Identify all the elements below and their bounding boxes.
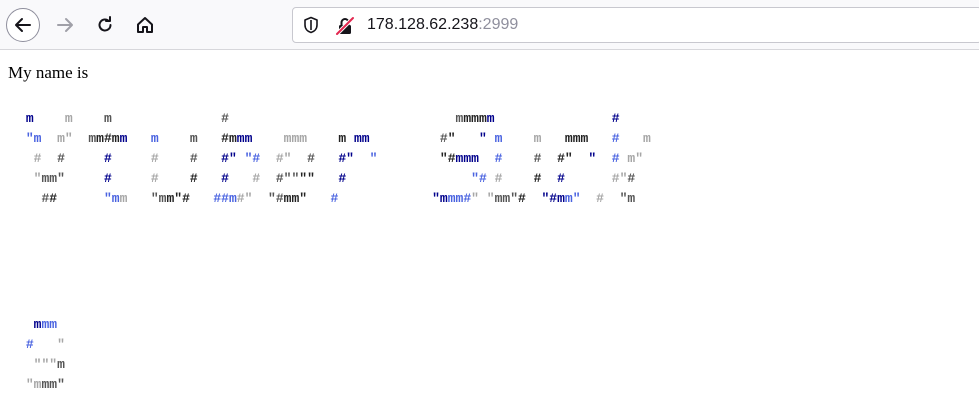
ascii-art-line: mmm xyxy=(33,317,58,332)
back-button[interactable] xyxy=(6,8,40,42)
reload-button[interactable] xyxy=(88,8,122,42)
ascii-art-line: # # # # # #" "# #" # #" " "#mmm # # #" "… xyxy=(33,151,643,166)
browser-toolbar: 178.128.62.238:2999 xyxy=(0,0,979,50)
shield-icon[interactable] xyxy=(302,16,320,34)
insecure-lock-icon[interactable] xyxy=(335,16,355,36)
ascii-art-line: ## "mm "mm"# ##m#" "#mm" # "mmm#" "mm"# … xyxy=(41,191,636,206)
url-port: :2999 xyxy=(478,16,519,33)
url-host: 178.128.62.238 xyxy=(367,16,479,33)
ascii-art-line: # " xyxy=(25,337,65,352)
back-arrow-icon xyxy=(15,18,31,32)
ascii-art-line: m m m # mmmmm # xyxy=(25,111,620,126)
ascii-art-banner: m m m # mmmmm # "m m" mm#mm m m #mmm mmm… xyxy=(18,109,666,209)
home-button[interactable] xyxy=(128,8,162,42)
home-icon xyxy=(137,17,153,33)
url-text[interactable]: 178.128.62.238:2999 xyxy=(367,16,518,34)
ascii-art-line: """m xyxy=(33,357,65,372)
ascii-art-line: "mm" # # # # # #"""" # "# # # # #"# xyxy=(33,171,636,186)
reload-icon xyxy=(98,16,112,32)
ascii-art-line: "mmm" xyxy=(25,377,65,392)
forward-arrow-icon xyxy=(57,18,73,32)
intro-text: My name is xyxy=(8,63,89,82)
ascii-art-banner-continuation: mmm # " """m "mmm" xyxy=(18,315,65,395)
address-bar[interactable]: 178.128.62.238:2999 xyxy=(292,7,979,43)
forward-button[interactable] xyxy=(48,8,82,42)
ascii-art-line: "m m" mm#mm m m #mmm mmm m mm #" " m m m… xyxy=(25,131,651,146)
